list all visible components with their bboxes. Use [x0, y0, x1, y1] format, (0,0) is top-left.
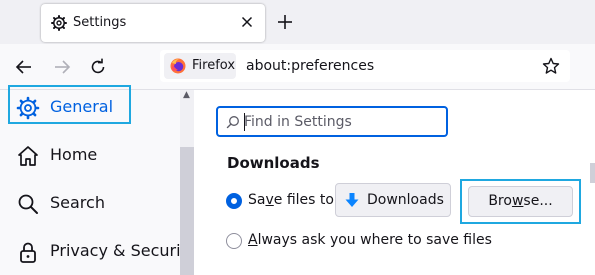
- search-field[interactable]: [216, 106, 448, 137]
- main-pane: Downloads Save files to Downloads Browse…: [194, 90, 595, 275]
- gear-icon: [51, 15, 67, 31]
- save-files-radio[interactable]: [226, 193, 242, 209]
- always-ask-label[interactable]: Always ask you where to save files: [248, 232, 492, 248]
- identity-label: Firefox: [192, 58, 236, 73]
- sidebar-item-label: Search: [50, 193, 105, 212]
- downloads-heading: Downloads: [227, 154, 320, 172]
- arrow-right-icon[interactable]: [52, 57, 72, 77]
- plus-icon[interactable]: [276, 13, 294, 31]
- close-icon[interactable]: [239, 14, 255, 30]
- preferences-content: General Home Search Privacy & Security ▲: [0, 85, 595, 275]
- gear-icon: [16, 96, 40, 120]
- lock-icon: [20, 242, 36, 263]
- download-folder-button[interactable]: Downloads: [335, 183, 451, 217]
- download-folder-label: Downloads: [367, 192, 444, 208]
- tab-title: Settings: [73, 15, 127, 30]
- home-icon: [18, 146, 38, 166]
- save-files-label[interactable]: Save files to: [248, 192, 334, 208]
- navigation-toolbar: Firefox about:preferences: [0, 44, 595, 90]
- browse-button[interactable]: Browse...: [468, 186, 573, 217]
- download-arrow-icon: [345, 193, 359, 207]
- url-text[interactable]: about:preferences: [246, 58, 374, 74]
- text-caret: [244, 113, 245, 131]
- sidebar-item-label: Home: [50, 145, 98, 164]
- search-input[interactable]: [244, 112, 444, 132]
- sidebar-item-general[interactable]: General: [0, 85, 180, 130]
- arrow-left-icon[interactable]: [14, 57, 34, 77]
- search-icon: [226, 116, 239, 129]
- identity-box[interactable]: Firefox: [164, 53, 236, 79]
- sidebar-item-privacy[interactable]: Privacy & Security: [0, 230, 196, 274]
- tab-settings[interactable]: Settings: [41, 4, 265, 42]
- star-icon[interactable]: [542, 57, 560, 75]
- sidebar-item-label: Privacy & Security: [50, 241, 197, 260]
- always-ask-radio[interactable]: [226, 233, 242, 249]
- content-scrollbar-thumb[interactable]: [590, 163, 595, 183]
- tab-strip: Settings: [0, 0, 595, 44]
- sidebar-item-search[interactable]: Search: [0, 182, 180, 226]
- scroll-up-arrow-icon[interactable]: ▲: [183, 90, 190, 100]
- reload-icon[interactable]: [88, 57, 108, 77]
- sidebar-item-label: General: [50, 97, 114, 116]
- sidebar-scrollbar-thumb[interactable]: [180, 147, 194, 275]
- sidebar-item-home[interactable]: Home: [0, 134, 180, 178]
- address-bar[interactable]: Firefox about:preferences: [160, 50, 570, 82]
- search-icon: [18, 194, 38, 214]
- firefox-logo-icon: [170, 58, 186, 74]
